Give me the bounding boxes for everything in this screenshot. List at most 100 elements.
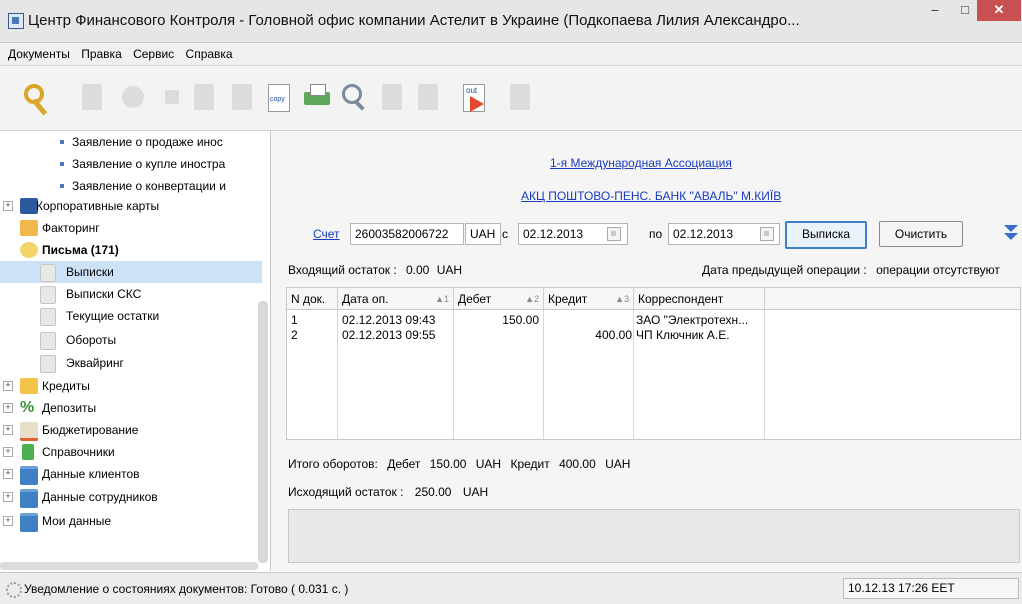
totals-debit: 150.00 xyxy=(429,457,467,471)
import-icon[interactable] xyxy=(378,82,406,112)
tree-item-deposits[interactable]: + % Депозиты xyxy=(0,397,262,419)
factoring-icon xyxy=(20,220,38,236)
tree-item-corporate-cards[interactable]: + Корпоративные карты xyxy=(0,195,262,217)
window-title: Центр Финансового Контроля - Головной оф… xyxy=(28,12,800,29)
trend-icon xyxy=(20,422,38,441)
book-icon xyxy=(22,444,34,460)
horizontal-scrollbar[interactable] xyxy=(0,562,258,570)
expand-icon[interactable]: + xyxy=(3,425,13,435)
menu-documents[interactable]: Документы xyxy=(8,43,70,65)
save-icon[interactable] xyxy=(190,82,218,112)
tree-item-my-data[interactable]: + Мои данные xyxy=(0,510,262,532)
collapse-filter-icon[interactable] xyxy=(1004,225,1018,241)
document-icon xyxy=(40,308,56,326)
tree-item-budgeting[interactable]: + Бюджетирование xyxy=(0,419,262,441)
column-header-credit[interactable]: Кредит ▲3 xyxy=(544,288,634,310)
operations-table[interactable]: N док. Дата оп. ▲1 Дебет ▲2 Кредит ▲3 Корре… xyxy=(286,287,1021,440)
tree-item-client-data[interactable]: + Данные клиентов xyxy=(0,463,262,485)
status-datetime: 10.12.13 17:26 EET xyxy=(843,578,1019,599)
toolbar: copy out xyxy=(0,66,1022,131)
percent-icon: % xyxy=(20,399,35,416)
clear-button[interactable]: Очистить xyxy=(879,221,963,247)
tree-item-purchase-request[interactable]: Заявление о купле иностра xyxy=(0,153,262,175)
document-icon xyxy=(40,264,56,282)
document-icon xyxy=(40,355,56,373)
date-from-field[interactable]: 02.12.2013 xyxy=(518,223,628,245)
table-row[interactable]: 2 02.12.2013 09:55 400.00 ЧП Ключник А.Е… xyxy=(287,328,1020,343)
column-header-doc-number[interactable]: N док. xyxy=(287,288,338,310)
totals-credit: 400.00 xyxy=(559,457,596,471)
expand-icon[interactable]: + xyxy=(3,492,13,502)
tree-item-sale-request[interactable]: Заявление о продаже инос xyxy=(0,131,262,153)
title-bar: Центр Финансового Контроля - Головной оф… xyxy=(0,0,1022,43)
tree-item-references[interactable]: + Справочники xyxy=(0,441,262,463)
expand-icon[interactable]: + xyxy=(3,516,13,526)
edit-icon[interactable] xyxy=(228,82,256,112)
to-label: по xyxy=(649,227,663,241)
calendar-icon[interactable] xyxy=(607,227,621,241)
previous-operation: Дата предыдущей операции : операции отсу… xyxy=(702,263,1000,277)
tree-item-letters[interactable]: Письма (171) xyxy=(0,239,262,261)
print-icon[interactable] xyxy=(303,82,331,112)
column-header-debit[interactable]: Дебет ▲2 xyxy=(454,288,544,310)
close-button[interactable]: ✕ xyxy=(977,0,1021,21)
account-number-field[interactable]: 26003582006722 xyxy=(350,223,464,245)
totals-row: Итого оборотов: Дебет 150.00 UAH Кредит … xyxy=(288,457,631,471)
menu-help[interactable]: Справка xyxy=(186,43,233,65)
expand-icon[interactable]: + xyxy=(3,469,13,479)
tree-item-employee-data[interactable]: + Данные сотрудников xyxy=(0,486,262,508)
date-to-field[interactable]: 02.12.2013 xyxy=(668,223,780,245)
expand-icon[interactable]: + xyxy=(3,447,13,457)
menu-bar: Документы Правка Сервис Справка xyxy=(0,43,1022,66)
tree-item-current-balances[interactable]: Текущие остатки xyxy=(0,305,262,327)
column-header-correspondent[interactable]: Корреспондент xyxy=(634,288,765,310)
table-row[interactable]: 1 02.12.2013 09:43 150.00 ЗАО "Электроте… xyxy=(287,313,1020,328)
tree-item-statements-sks[interactable]: Выписки СКС xyxy=(0,283,262,305)
account-link[interactable]: Счет xyxy=(313,227,340,241)
association-link[interactable]: 1-я Международная Ассоциация xyxy=(550,156,732,170)
incoming-balance: Входящий остаток : 0.00 UAH xyxy=(288,263,463,277)
column-header-date[interactable]: Дата оп. ▲1 xyxy=(338,288,454,310)
chart-icon xyxy=(20,378,38,394)
new-document-icon[interactable] xyxy=(78,82,106,112)
document-icon xyxy=(40,286,56,304)
calendar-icon[interactable] xyxy=(760,227,774,241)
key-icon[interactable] xyxy=(22,82,50,116)
menu-edit[interactable]: Правка xyxy=(81,43,122,65)
tree-item-statements[interactable]: Выписки xyxy=(0,261,262,283)
tree-item-acquiring[interactable]: Эквайринг xyxy=(0,352,262,374)
tree-item-factoring[interactable]: Факторинг xyxy=(0,217,262,239)
tree-item-credits[interactable]: + Кредиты xyxy=(0,375,262,397)
folder-icon xyxy=(20,466,38,485)
bank-link[interactable]: АКЦ ПОШТОВО-ПЕНС. БАНК "АВАЛЬ" М.КИЇВ xyxy=(521,189,781,203)
expand-icon[interactable]: + xyxy=(3,403,13,413)
column-header-empty xyxy=(765,288,1020,310)
sign-icon[interactable] xyxy=(414,82,442,112)
outgoing-value: 250.00 xyxy=(414,485,452,499)
tree-item-turnovers[interactable]: Обороты xyxy=(0,329,262,351)
expand-icon[interactable]: + xyxy=(3,381,13,391)
check-icon[interactable] xyxy=(506,82,534,112)
filter-row: Счет 26003582006722 UAH с 02.12.2013 по … xyxy=(271,221,1022,249)
outgoing-balance: Исходящий остаток : 250.00 UAH xyxy=(288,485,489,499)
export-out-icon[interactable]: out xyxy=(460,82,488,112)
delete-icon[interactable] xyxy=(158,82,186,112)
from-label: с xyxy=(502,227,508,241)
document-icon xyxy=(40,332,56,350)
notes-area[interactable] xyxy=(288,509,1020,563)
copy-icon[interactable]: copy xyxy=(264,82,292,112)
tree-item-conversion-request[interactable]: Заявление о конвертации и xyxy=(0,175,262,197)
minimize-button[interactable]: – xyxy=(920,0,950,21)
sidebar-scrollbar[interactable] xyxy=(258,301,268,563)
search-icon[interactable] xyxy=(340,82,368,112)
incoming-value: 0.00 xyxy=(406,263,430,277)
refresh-icon[interactable] xyxy=(118,82,146,112)
statement-button[interactable]: Выписка xyxy=(785,221,867,249)
currency-field[interactable]: UAH xyxy=(465,223,501,245)
menu-service[interactable]: Сервис xyxy=(133,43,174,65)
incoming-currency: UAH xyxy=(436,263,463,277)
loading-icon xyxy=(6,582,22,598)
maximize-button[interactable]: □ xyxy=(950,0,980,21)
folder-icon xyxy=(20,489,38,508)
expand-icon[interactable]: + xyxy=(3,201,13,211)
